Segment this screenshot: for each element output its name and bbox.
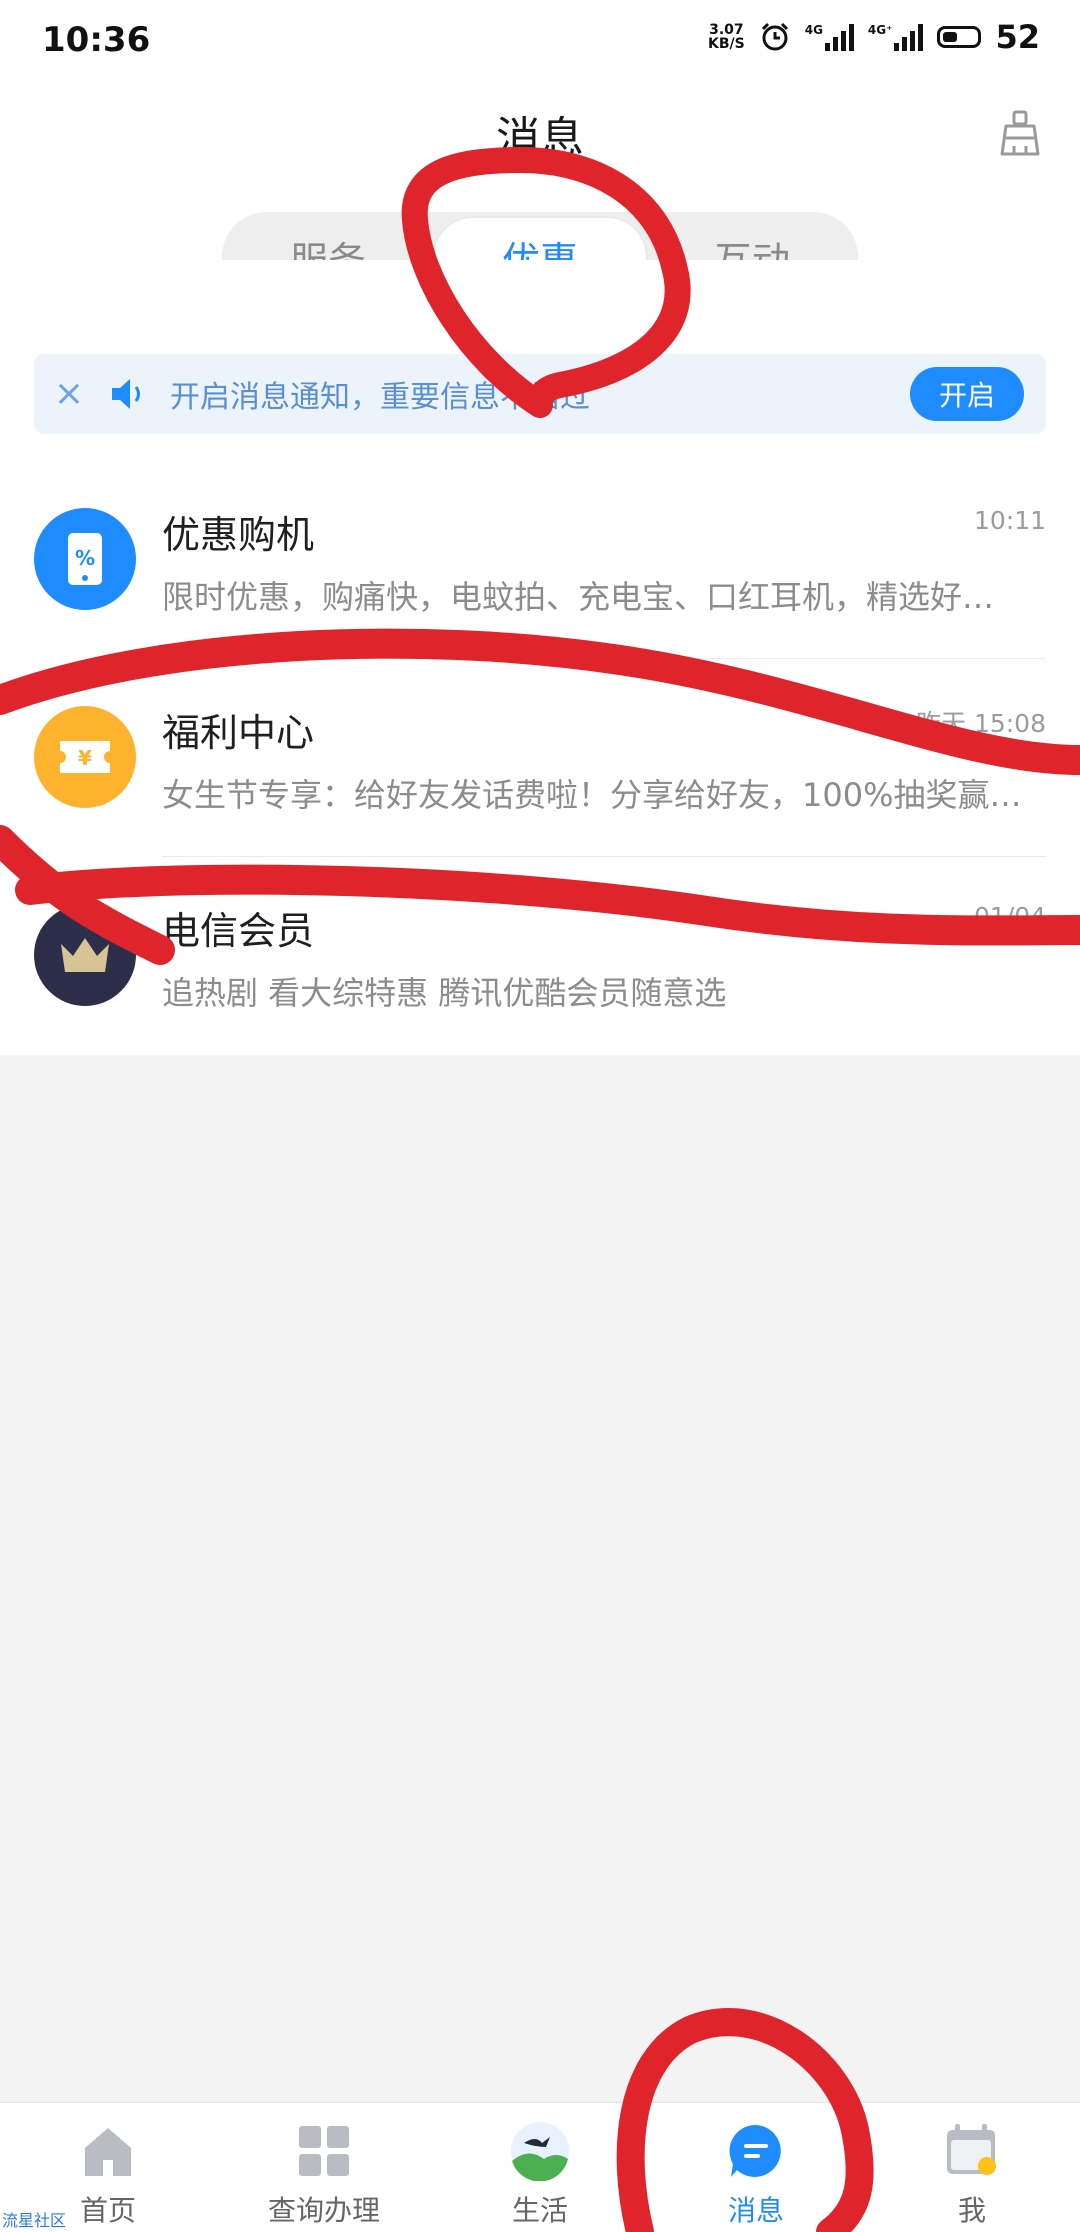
message-title: 福利中心 (162, 711, 315, 755)
status-bar: 10:36 3.07 KB/S 4G 4G⁺ 52 (0, 0, 1080, 90)
message-time: 昨天 15:08 (916, 709, 1046, 738)
message-title: 电信会员 (162, 909, 315, 953)
crown-icon (34, 904, 136, 1006)
tab-messages[interactable]: 消息 (648, 2103, 864, 2232)
signal-icon-1 (824, 23, 854, 51)
tab-label: 查询办理 (267, 2194, 380, 2227)
network-type-2: 4G⁺ (867, 23, 893, 37)
notification-banner: × 开启消息通知，重要信息不错过 开启 (34, 354, 1046, 434)
tab-me[interactable]: 我 (864, 2103, 1080, 2232)
svg-text:¥: ¥ (78, 746, 92, 770)
battery-level: 52 (995, 18, 1040, 56)
page-title: 消息 (496, 113, 584, 164)
screen: 10:36 3.07 KB/S 4G 4G⁺ 52 消息 × 开启消息通知，重要… (0, 0, 1080, 2232)
tab-label: 首页 (79, 2194, 136, 2227)
message-time: 10:11 (973, 506, 1046, 535)
notice-text: 开启消息通知，重要信息不错过 (170, 380, 590, 415)
clear-brush-icon[interactable] (996, 108, 1044, 160)
network-speed-value: 3.07 (709, 22, 744, 38)
signal-icon-2 (894, 23, 924, 51)
grid-icon (294, 2121, 354, 2181)
status-time: 10:36 (42, 20, 151, 60)
tab-home[interactable]: 首页 流星社区 (0, 2103, 216, 2232)
svg-text:%: % (75, 546, 95, 570)
status-icons: 3.07 KB/S 4G 4G⁺ 52 (708, 18, 1040, 56)
close-icon[interactable]: × (52, 376, 86, 412)
message-preview: 女生节专享：给好友发话费啦！分享给好友，100%抽奖赢大礼 (162, 776, 1022, 814)
enable-notifications-button[interactable]: 开启 (910, 367, 1024, 421)
battery-icon (937, 26, 982, 48)
tab-label: 生活 (511, 2194, 568, 2227)
tab-life[interactable]: 生活 (432, 2103, 648, 2232)
list-item-offers-phone[interactable]: % 优惠购机 10:11 限时优惠，购痛快，电蚊拍、充电宝、口红耳机，精选好物等… (0, 460, 1080, 658)
list-item-telecom-member[interactable]: 电信会员 01/04 追热剧 看大综特惠 腾讯优酷会员随意选 (0, 856, 1080, 1054)
network-speed-unit: KB/S (708, 36, 745, 52)
header: 消息 服务 优惠 互动 (0, 90, 1080, 302)
alarm-icon (761, 22, 788, 51)
message-bubble-icon (726, 2121, 786, 2181)
speaker-icon (112, 379, 140, 409)
bottom-tab-bar: 首页 流星社区 查询办理 生活 消息 我 (0, 2102, 1080, 2232)
message-list: % 优惠购机 10:11 限时优惠，购痛快，电蚊拍、充电宝、口红耳机，精选好物等… (0, 460, 1080, 1055)
home-icon (78, 2121, 138, 2181)
network-speed: 3.07 KB/S (708, 23, 745, 51)
tab-label: 消息 (727, 2194, 784, 2227)
watermark: 流星社区 (2, 2211, 67, 2230)
message-time: 01/04 (973, 902, 1046, 931)
network-type-1: 4G (804, 23, 823, 37)
phone-discount-icon: % (34, 508, 136, 610)
coupon-icon: ¥ (34, 706, 136, 808)
list-item-welfare-center[interactable]: ¥ 福利中心 昨天 15:08 女生节专享：给好友发话费啦！分享给好友，100%… (0, 658, 1080, 856)
message-preview: 追热剧 看大综特惠 腾讯优酷会员随意选 (162, 974, 727, 1012)
tab-query[interactable]: 查询办理 (216, 2103, 432, 2232)
swallow-landscape-icon (510, 2121, 570, 2181)
tab-label: 我 (957, 2194, 986, 2227)
message-preview: 限时优惠，购痛快，电蚊拍、充电宝、口红耳机，精选好物等你来 (162, 578, 1022, 616)
notice-area: × 开启消息通知，重要信息不错过 开启 (0, 260, 1080, 460)
calendar-sign-in-icon (942, 2121, 1002, 2181)
message-title: 优惠购机 (162, 513, 315, 557)
